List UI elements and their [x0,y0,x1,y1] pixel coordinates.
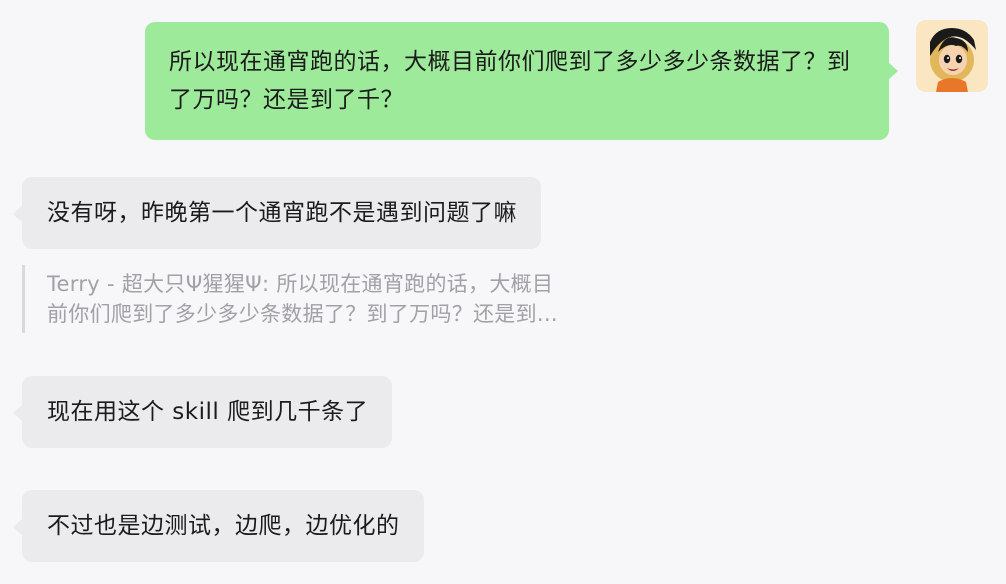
incoming-message-2: 现在用这个 skill 爬到几千条了 [12,376,393,448]
chat-transcript: 所以现在通宵跑的话，大概目前你们爬到了多少多少条数据了？到了万吗？还是到了千？ … [0,0,1006,584]
quoted-reply-line-2: 前你们爬到了多少多少条数据了？到了万吗？还是到... [47,302,558,326]
outgoing-message-bubble[interactable]: 所以现在通宵跑的话，大概目前你们爬到了多少多少条数据了？到了万吗？还是到了千？ [145,22,898,140]
incoming-message-bubble-3[interactable]: 不过也是边测试，边爬，边优化的 [13,490,424,562]
quoted-reply[interactable]: Terry - 超大只Ψ猩猩Ψ: 所以现在通宵跑的话，大概目 前你们爬到了多少多… [22,265,622,333]
user-avatar[interactable] [916,20,988,92]
outgoing-message: 所以现在通宵跑的话，大概目前你们爬到了多少多少条数据了？到了万吗？还是到了千？ [145,22,898,140]
incoming-message-bubble-1[interactable]: 没有呀，昨晚第一个通宵跑不是遇到问题了嘛 [13,177,541,249]
anime-character-avatar-icon [916,20,988,92]
quoted-reply-line-1: Terry - 超大只Ψ猩猩Ψ: 所以现在通宵跑的话，大概目 [47,272,554,296]
incoming-message-1: 没有呀，昨晚第一个通宵跑不是遇到问题了嘛 [13,177,541,249]
incoming-message-3: 不过也是边测试，边爬，边优化的 [13,490,424,562]
incoming-message-bubble-2[interactable]: 现在用这个 skill 爬到几千条了 [12,376,393,448]
